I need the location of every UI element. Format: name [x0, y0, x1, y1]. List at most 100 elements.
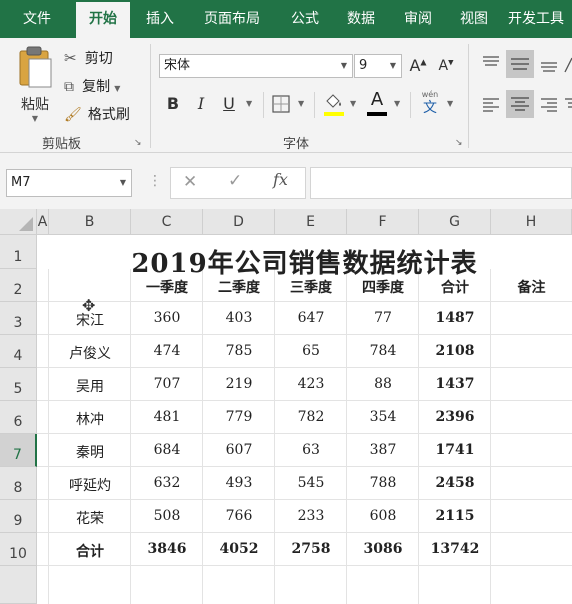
q3-cell[interactable]: 233: [275, 508, 347, 524]
tab-page-layout[interactable]: 页面布局: [192, 0, 272, 38]
insert-function-button[interactable]: fx: [273, 170, 288, 189]
tab-insert[interactable]: 插入: [135, 0, 185, 38]
row-header-7[interactable]: 7: [0, 434, 37, 467]
orientation-button[interactable]: [564, 54, 572, 76]
column-header-h[interactable]: H: [491, 209, 572, 235]
sheet-title[interactable]: 2019年公司销售数据统计表: [37, 243, 572, 280]
bold-button[interactable]: B: [164, 94, 182, 113]
decrease-indent-button[interactable]: [564, 94, 572, 116]
tab-formulas[interactable]: 公式: [280, 0, 330, 38]
q4-cell[interactable]: 608: [347, 508, 419, 524]
q1-cell[interactable]: 632: [131, 475, 203, 491]
row-header-6[interactable]: 6: [0, 401, 37, 434]
more-options-icon[interactable]: ⋮: [148, 173, 162, 189]
q4-cell[interactable]: 354: [347, 409, 419, 425]
copy-button[interactable]: ⧉ 复制 ▼: [64, 76, 120, 96]
name-cell[interactable]: 卢俊义: [49, 343, 131, 363]
row-header-10[interactable]: 10: [0, 533, 37, 566]
tab-review[interactable]: 审阅: [393, 0, 443, 38]
fill-color-button[interactable]: [323, 92, 345, 118]
cut-button[interactable]: ✂ 剪切: [64, 48, 113, 68]
row-header-next[interactable]: [0, 566, 37, 604]
q2-cell[interactable]: 785: [203, 343, 275, 359]
phonetic-button[interactable]: wén 文: [418, 90, 442, 116]
totals-label-cell[interactable]: 合计: [49, 541, 131, 561]
tab-view[interactable]: 视图: [449, 0, 499, 38]
paste-button[interactable]: 粘贴 ▼: [12, 46, 58, 126]
font-launcher-icon[interactable]: ↘: [455, 138, 463, 148]
column-header-a[interactable]: A: [37, 209, 49, 235]
header-cell[interactable]: 四季度: [347, 277, 419, 297]
q4-cell[interactable]: 387: [347, 442, 419, 458]
fill-color-dropdown-icon[interactable]: ▼: [350, 99, 356, 108]
name-box[interactable]: M7 ▼: [6, 169, 132, 197]
column-header-d[interactable]: D: [203, 209, 275, 235]
row-header-1[interactable]: 1: [0, 235, 37, 269]
name-cell[interactable]: 花荣: [49, 508, 131, 528]
header-cell[interactable]: 三季度: [275, 277, 347, 297]
column-header-b[interactable]: B: [49, 209, 131, 235]
name-cell[interactable]: 吴用: [49, 376, 131, 396]
row-total-cell[interactable]: 1437: [419, 376, 491, 392]
header-cell[interactable]: 一季度: [131, 277, 203, 297]
q3-cell[interactable]: 647: [275, 310, 347, 326]
align-center-button[interactable]: [506, 90, 534, 118]
copy-dropdown-icon[interactable]: ▼: [114, 84, 120, 93]
q3-cell[interactable]: 782: [275, 409, 347, 425]
paste-dropdown-icon[interactable]: ▼: [12, 114, 58, 123]
q4-cell[interactable]: 784: [347, 343, 419, 359]
q2-cell[interactable]: 607: [203, 442, 275, 458]
total-q1-cell[interactable]: 3846: [131, 541, 203, 557]
worksheet-grid[interactable]: ABCDEFGH 1 2 3 4 5 6 7 8 9 10 2019年公司销售数据统计表 一季度二…: [0, 209, 572, 604]
select-all-corner[interactable]: [0, 209, 37, 235]
font-family-select[interactable]: 宋体 ▼: [159, 54, 353, 78]
row-total-cell[interactable]: 2396: [419, 409, 491, 425]
tab-developer[interactable]: 开发工具: [508, 0, 572, 38]
align-bottom-button[interactable]: [538, 54, 560, 76]
total-q3-cell[interactable]: 2758: [275, 541, 347, 557]
total-q2-cell[interactable]: 4052: [203, 541, 275, 557]
q3-cell[interactable]: 545: [275, 475, 347, 491]
q4-cell[interactable]: 77: [347, 310, 419, 326]
q2-cell[interactable]: 219: [203, 376, 275, 392]
font-size-select[interactable]: 9 ▼: [354, 54, 402, 78]
clipboard-launcher-icon[interactable]: ↘: [134, 138, 142, 148]
name-cell[interactable]: 呼延灼: [49, 475, 131, 495]
q1-cell[interactable]: 360: [131, 310, 203, 326]
column-header-g[interactable]: G: [419, 209, 491, 235]
format-painter-button[interactable]: 🖌 格式刷: [64, 104, 130, 124]
row-header-2[interactable]: 2: [0, 269, 37, 302]
row-header-5[interactable]: 5: [0, 368, 37, 401]
q3-cell[interactable]: 65: [275, 343, 347, 359]
header-cell[interactable]: 二季度: [203, 277, 275, 297]
q2-cell[interactable]: 779: [203, 409, 275, 425]
header-cell[interactable]: 备注: [491, 277, 572, 297]
q1-cell[interactable]: 508: [131, 508, 203, 524]
header-cell[interactable]: 合计: [419, 277, 491, 297]
name-cell[interactable]: 秦明: [49, 442, 131, 462]
font-color-button[interactable]: A: [366, 90, 388, 118]
grow-font-button[interactable]: A▲: [408, 56, 428, 75]
align-right-button[interactable]: [538, 94, 560, 116]
q1-cell[interactable]: 474: [131, 343, 203, 359]
row-header-3[interactable]: 3: [0, 302, 37, 335]
q2-cell[interactable]: 766: [203, 508, 275, 524]
q1-cell[interactable]: 481: [131, 409, 203, 425]
q1-cell[interactable]: 707: [131, 376, 203, 392]
q4-cell[interactable]: 788: [347, 475, 419, 491]
formula-input[interactable]: [310, 167, 572, 199]
tab-file[interactable]: 文件: [8, 0, 66, 38]
align-middle-button[interactable]: [506, 50, 534, 78]
align-left-button[interactable]: [480, 94, 502, 116]
shrink-font-button[interactable]: A▼: [436, 58, 456, 74]
underline-dropdown-icon[interactable]: ▼: [246, 99, 252, 108]
row-total-cell[interactable]: 2115: [419, 508, 491, 524]
enter-icon[interactable]: ✓: [228, 171, 242, 191]
tab-data[interactable]: 数据: [336, 0, 386, 38]
phonetic-dropdown-icon[interactable]: ▼: [447, 99, 453, 108]
name-cell[interactable]: 林冲: [49, 409, 131, 429]
row-header-9[interactable]: 9: [0, 500, 37, 533]
q1-cell[interactable]: 684: [131, 442, 203, 458]
grand-total-cell[interactable]: 13742: [419, 541, 491, 557]
total-q4-cell[interactable]: 3086: [347, 541, 419, 557]
